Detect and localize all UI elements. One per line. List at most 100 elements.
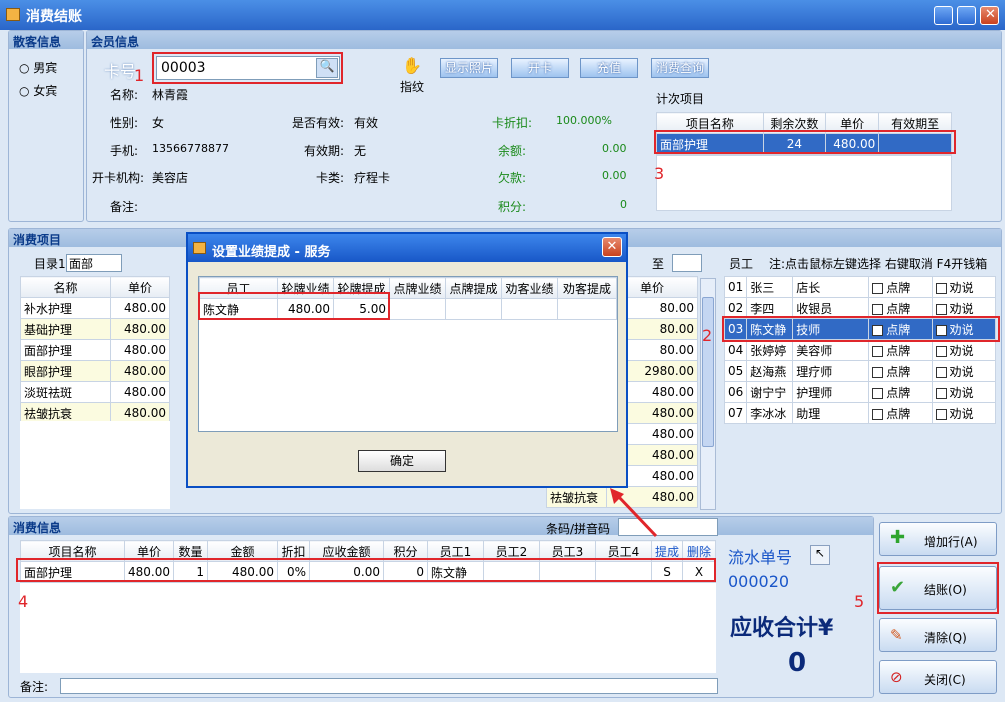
- dianpai-checkbox[interactable]: [872, 366, 884, 378]
- table-row[interactable]: 基础护理 480.00: [20, 318, 170, 340]
- phone-label: 手机:: [110, 144, 139, 158]
- recharge-button[interactable]: 充值: [580, 58, 638, 78]
- item-table: 名称 单价 补水护理 480.00 基础护理 480.00 面部护理 480.00 眼部…: [20, 276, 170, 424]
- serial-value: 000020: [728, 572, 790, 591]
- dianpai-checkbox[interactable]: [872, 303, 884, 315]
- dianpai-checkbox[interactable]: [872, 345, 884, 357]
- member-title: 会员信息: [87, 31, 1001, 49]
- name-label: 名称:: [110, 88, 139, 102]
- points-value: 0: [620, 198, 627, 211]
- title-bar: 消费结账 ✕: [0, 0, 1005, 30]
- staff-title: 员工: [729, 257, 754, 271]
- marker-3: 3: [654, 164, 665, 183]
- bill-note-input[interactable]: [60, 678, 718, 694]
- highlight-1: [152, 52, 343, 84]
- plus-icon: ✚: [890, 527, 906, 548]
- ok-button[interactable]: 确定: [358, 450, 446, 472]
- marker-5: 5: [854, 592, 865, 611]
- arrow-annotation: [610, 488, 658, 538]
- highlight-3: [654, 130, 956, 154]
- female-radio[interactable]: ○ 女宾: [19, 82, 57, 99]
- show-photo-button[interactable]: 显示照片: [440, 58, 498, 78]
- dianpai-checkbox[interactable]: [872, 282, 884, 294]
- debt-label: 欠款:: [498, 171, 527, 185]
- hand-icon[interactable]: ✋: [402, 56, 422, 75]
- dianpai-checkbox[interactable]: [872, 387, 884, 399]
- marker-1: 1: [134, 66, 145, 85]
- quanshuo-checkbox[interactable]: [935, 303, 947, 315]
- dianpai-checkbox[interactable]: [872, 408, 884, 420]
- marker-2: 2: [702, 326, 713, 345]
- open-card-button[interactable]: 开卡: [511, 58, 569, 78]
- close-button[interactable]: ⊘ 关闭(C): [879, 660, 997, 694]
- balance-value: 0.00: [602, 142, 627, 155]
- staff-row[interactable]: 01 张三 店长 点牌 劝说: [723, 276, 997, 298]
- dialog-close-icon[interactable]: ✕: [602, 237, 622, 257]
- org-label: 开卡机构:: [92, 171, 145, 185]
- staff-table: 01 张三 店长 点牌 劝说 02 李四 收银员 点牌 劝说 03 陈文静 技师 点牌 劝说 04 张婷婷…: [723, 276, 997, 424]
- minimize-button[interactable]: [934, 6, 953, 25]
- close-window-button[interactable]: ✕: [980, 6, 999, 25]
- fingerprint-label: 指纹: [400, 80, 425, 94]
- highlight-2: [722, 316, 1000, 342]
- note-label: 备注:: [110, 200, 139, 214]
- staff-row[interactable]: 05 赵海燕 理疗师 点牌 劝说: [723, 360, 997, 382]
- dir-label: 目录1: [34, 257, 66, 271]
- table-row[interactable]: 补水护理 480.00: [20, 297, 170, 319]
- discount-value: 100.000%: [556, 114, 612, 127]
- clear-button[interactable]: ✎ 清除(Q): [879, 618, 997, 652]
- serial-label: 流水单号: [728, 548, 793, 567]
- valid-value: 有效: [354, 116, 379, 130]
- consume-query-button[interactable]: 消费查询: [651, 58, 709, 78]
- quanshuo-checkbox[interactable]: [935, 387, 947, 399]
- commission-dialog: 设置业绩提成 - 服务 ✕ 员工 轮牌业绩 轮牌提成 点牌业绩 点牌提成 劝客业绩 劝客提成…: [186, 232, 628, 488]
- bill-note-label: 备注:: [20, 680, 49, 694]
- cardtype-label: 卡类:: [316, 171, 345, 185]
- bill-title: 消费信息: [9, 517, 873, 535]
- add-row-button[interactable]: ✚ 增加行(A): [879, 522, 997, 556]
- highlight-dialog: [198, 292, 390, 320]
- card-label: 卡号: [104, 62, 137, 81]
- quanshuo-checkbox[interactable]: [935, 408, 947, 420]
- dialog-title: 设置业绩提成 - 服务: [212, 245, 331, 260]
- eraser-icon: ✎: [890, 626, 903, 644]
- debt-value: 0.00: [602, 169, 627, 182]
- phone-value: 13566778877: [152, 142, 229, 155]
- marker-4: 4: [18, 592, 29, 611]
- discount-label: 卡折扣:: [492, 116, 533, 130]
- guest-title: 散客信息: [9, 31, 83, 49]
- staff-row[interactable]: 07 李冰冰 助理 点牌 劝说: [723, 402, 997, 424]
- table-row[interactable]: 眼部护理 480.00: [20, 360, 170, 382]
- window-title: 消费结账: [26, 9, 82, 25]
- cursor-icon[interactable]: ↖: [810, 545, 830, 565]
- count-items-empty: [656, 155, 952, 211]
- balance-label: 余额:: [498, 144, 527, 158]
- total-label: 应收合计¥: [730, 616, 834, 641]
- male-radio[interactable]: ○ 男宾: [19, 59, 57, 76]
- maximize-button[interactable]: [957, 6, 976, 25]
- staff-hint: 注:点击鼠标左键选择 右键取消 F4开钱箱: [769, 257, 988, 271]
- item-scrollbar[interactable]: [700, 278, 716, 510]
- expire-label: 有效期:: [304, 144, 345, 158]
- staff-row[interactable]: 04 张婷婷 美容师 点牌 劝说: [723, 339, 997, 361]
- highlight-4: [16, 558, 716, 582]
- quanshuo-checkbox[interactable]: [935, 345, 947, 357]
- dir-select[interactable]: 面部: [66, 254, 122, 272]
- total-value: 0: [788, 648, 807, 678]
- quanshuo-checkbox[interactable]: [935, 282, 947, 294]
- quanshuo-checkbox[interactable]: [935, 366, 947, 378]
- highlight-5: [877, 562, 999, 614]
- table-row[interactable]: 面部护理 480.00: [20, 339, 170, 361]
- points-label: 积分:: [498, 200, 527, 214]
- staff-row[interactable]: 06 谢宁宁 护理师 点牌 劝说: [723, 381, 997, 403]
- app-icon: [6, 8, 20, 21]
- table-row[interactable]: 淡斑祛斑 480.00: [20, 381, 170, 403]
- to-select[interactable]: [672, 254, 702, 272]
- org-value: 美容店: [152, 171, 189, 185]
- expire-value: 无: [354, 144, 367, 158]
- name-value: 林青霞: [152, 88, 189, 102]
- cardtype-value: 疗程卡: [354, 171, 391, 185]
- gender-value: 女: [152, 116, 165, 130]
- count-items-title: 计次项目: [656, 92, 705, 106]
- gender-label: 性别:: [110, 116, 139, 130]
